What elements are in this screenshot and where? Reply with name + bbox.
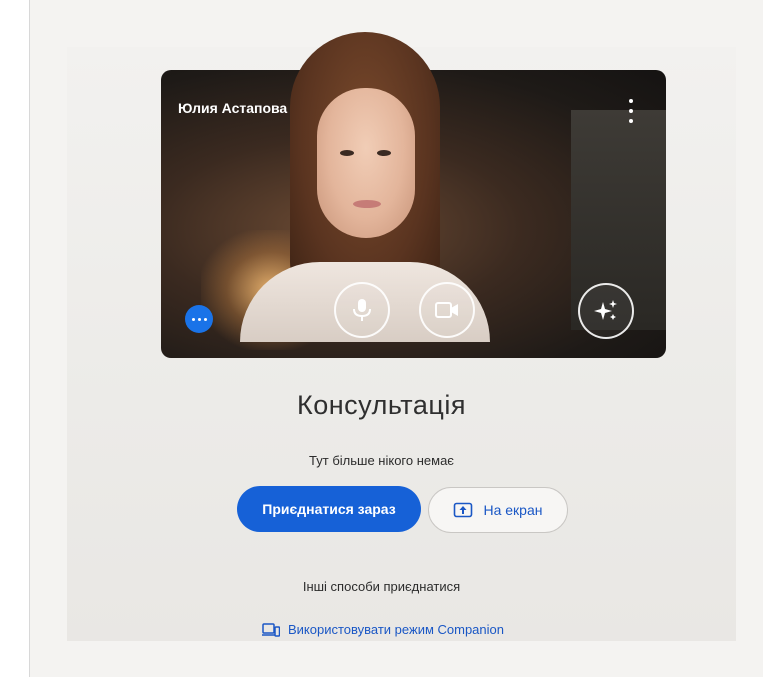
participant-face [317,88,415,238]
present-label: На екран [483,502,543,518]
meeting-status: Тут більше нікого немає [309,453,454,468]
microphone-icon [353,299,371,321]
participant-eye-right [377,150,391,156]
join-now-button[interactable]: Приєднатися зараз [237,486,421,532]
more-options-icon[interactable] [185,305,213,333]
participant-eye-left [340,150,354,156]
present-button[interactable]: На екран [428,487,568,533]
companion-mode-label: Використовувати режим Companion [288,622,504,637]
other-ways-heading: Інші способи приєднатися [302,579,461,594]
companion-mode-link[interactable]: Використовувати режим Companion [262,622,504,637]
join-now-label: Приєднатися зараз [262,501,396,517]
present-screen-icon [454,502,473,518]
participant-name: Юлия Астапова [178,100,288,116]
companion-devices-icon [262,622,280,637]
meeting-title: Консультація [297,390,466,420]
microphone-toggle-button[interactable] [334,282,390,338]
sparkle-effects-icon [594,300,617,320]
video-camera-icon [435,302,458,318]
vertical-dots-icon[interactable] [621,99,641,123]
visual-effects-button[interactable] [578,283,634,339]
participant-lips [353,200,381,208]
camera-toggle-button[interactable] [419,282,475,338]
